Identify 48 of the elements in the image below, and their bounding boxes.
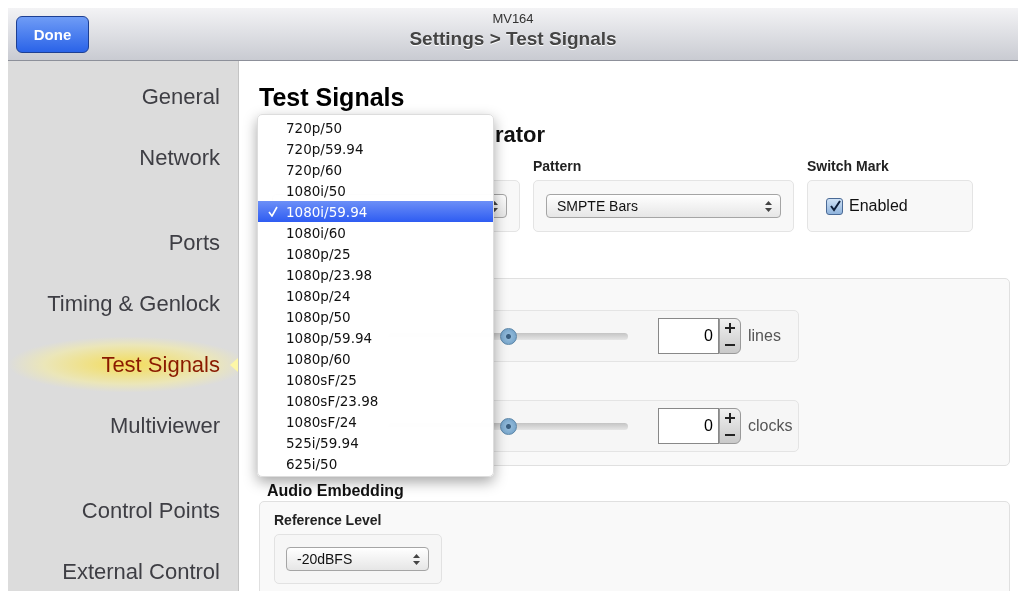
field-label: Pattern: [533, 158, 583, 174]
menu-item[interactable]: 1080p/23.98: [258, 264, 493, 285]
menu-item[interactable]: 1080sF/25: [258, 369, 493, 390]
menu-item[interactable]: 720p/50: [258, 117, 493, 138]
sidebar-item[interactable]: Control Points: [8, 480, 238, 541]
menu-item[interactable]: 1080sF/24: [258, 411, 493, 432]
section-heading: Audio Embedding: [266, 482, 405, 500]
sidebar-item[interactable]: External Control: [8, 541, 238, 591]
field-label: Reference Level: [274, 512, 383, 528]
sidebar-item[interactable]: Timing & Genlock: [8, 273, 238, 334]
stepper[interactable]: [719, 318, 741, 354]
menu-item[interactable]: 525i/59.94: [258, 432, 493, 453]
menu-item[interactable]: 1080p/59.94: [258, 327, 493, 348]
menu-item[interactable]: 625i/50: [258, 453, 493, 474]
reference-level-select[interactable]: -20dBFS: [286, 547, 429, 571]
check-icon: [268, 206, 278, 217]
select-arrows-icon: [765, 200, 772, 212]
menu-item[interactable]: 1080p/60: [258, 348, 493, 369]
menu-item[interactable]: 1080p/24: [258, 285, 493, 306]
menu-item[interactable]: 1080sF/23.98: [258, 390, 493, 411]
menu-item[interactable]: 1080p/25: [258, 243, 493, 264]
stepper[interactable]: [719, 408, 741, 444]
menu-item[interactable]: 1080p/50: [258, 306, 493, 327]
window-title: Settings > Test Signals: [409, 28, 617, 50]
menu-item[interactable]: 720p/59.94: [258, 138, 493, 159]
number-field[interactable]: 0: [658, 408, 719, 444]
number-field[interactable]: 0: [658, 318, 719, 354]
section-heading: rator: [495, 122, 546, 148]
sidebar-item[interactable]: Network: [8, 127, 238, 188]
page-title: Test Signals: [259, 83, 406, 112]
checkbox[interactable]: [826, 197, 843, 215]
done-button[interactable]: Done: [16, 15, 89, 53]
device-name: MV164: [492, 11, 534, 26]
menu-item[interactable]: 720p/60: [258, 159, 493, 180]
sidebar-item[interactable]: General: [8, 66, 238, 127]
slider-thumb[interactable]: [500, 327, 517, 345]
unit-label: lines: [748, 327, 781, 345]
sidebar-item[interactable]: Ports: [8, 212, 238, 273]
slider-thumb[interactable]: [500, 417, 517, 435]
menu-item[interactable]: 1080i/50: [258, 180, 493, 201]
select-arrows-icon: [413, 553, 420, 565]
checkbox-label: Enabled: [849, 197, 908, 215]
pattern-select[interactable]: SMPTE Bars: [546, 194, 781, 218]
menu-item[interactable]: 1080i/60: [258, 222, 493, 243]
menu-item[interactable]: 1080i/59.94: [258, 201, 493, 222]
sidebar-item[interactable]: Multiviewer: [8, 395, 238, 456]
unit-label: clocks: [748, 417, 793, 435]
field-label: Switch Mark: [807, 158, 890, 174]
